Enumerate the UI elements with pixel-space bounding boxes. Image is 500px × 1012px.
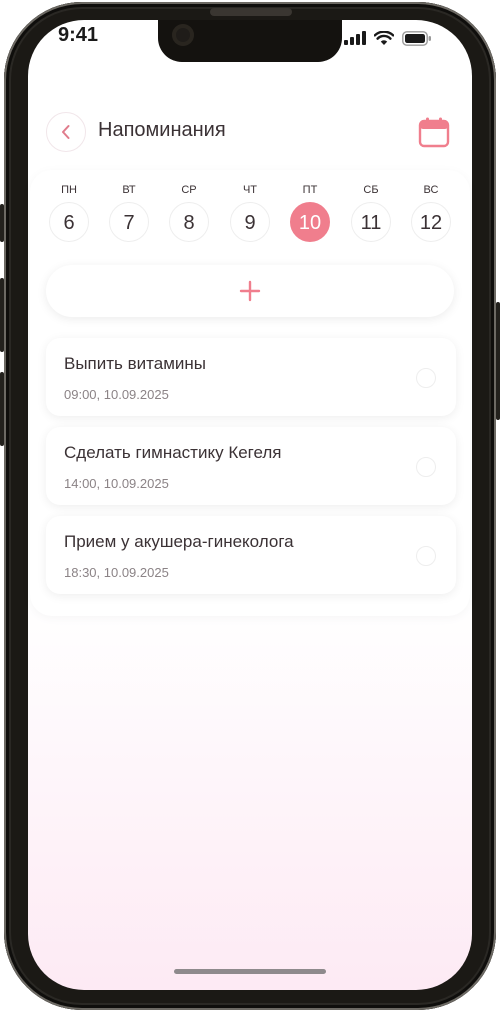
day-sun[interactable]: ВС 12 xyxy=(410,182,452,246)
reminder-title: Прием у акушера-гинеколога xyxy=(64,532,294,551)
notch xyxy=(158,20,342,62)
reminder-checkbox[interactable] xyxy=(416,457,436,477)
reminder-datetime: 18:30, 10.09.2025 xyxy=(64,565,169,580)
reminder-card[interactable]: Сделать гимнастику Кегеля 14:00, 10.09.2… xyxy=(46,427,456,505)
reminder-checkbox[interactable] xyxy=(416,546,436,566)
volume-up-button xyxy=(0,278,4,352)
day-name: ВТ xyxy=(122,184,136,196)
reminder-datetime: 14:00, 10.09.2025 xyxy=(64,476,169,491)
day-name: ЧТ xyxy=(242,184,258,196)
day-number: 7 xyxy=(109,202,149,242)
earpiece xyxy=(210,8,292,16)
day-number: 11 xyxy=(351,202,391,242)
mute-switch xyxy=(0,204,4,242)
day-thu[interactable]: ЧТ 9 xyxy=(229,182,271,246)
status-icons xyxy=(344,30,432,46)
reminder-card[interactable]: Выпить витамины 09:00, 10.09.2025 xyxy=(46,338,456,416)
volume-down-button xyxy=(0,372,4,446)
day-number: 9 xyxy=(230,202,270,242)
day-name: ВС xyxy=(423,184,439,196)
add-reminder-button[interactable] xyxy=(46,265,454,317)
header: Напоминания xyxy=(46,112,454,152)
day-number: 6 xyxy=(49,202,89,242)
day-name: ПН xyxy=(61,184,77,196)
day-wed[interactable]: СР 8 xyxy=(168,182,210,246)
day-name: СР xyxy=(181,184,197,196)
week-strip: ПН 6 ВТ 7 СР 8 ЧТ 9 ПТ 10 СБ 11 ВС 12 xyxy=(48,182,452,246)
day-fri-selected[interactable]: ПТ 10 xyxy=(289,182,331,246)
battery-icon xyxy=(402,30,431,46)
wifi-icon xyxy=(374,30,394,45)
reminder-title: Выпить витамины xyxy=(64,354,206,373)
calendar-icon xyxy=(418,117,450,148)
day-number: 8 xyxy=(169,202,209,242)
calendar-button[interactable] xyxy=(418,116,450,148)
signal-icon xyxy=(344,31,366,45)
day-tue[interactable]: ВТ 7 xyxy=(108,182,150,246)
back-button[interactable] xyxy=(46,112,86,152)
page-title: Напоминания xyxy=(98,119,226,141)
day-number: 12 xyxy=(411,202,451,242)
day-sat[interactable]: СБ 11 xyxy=(350,182,392,246)
chevron-left-icon xyxy=(62,125,70,139)
reminder-datetime: 09:00, 10.09.2025 xyxy=(64,387,169,402)
front-camera xyxy=(172,24,194,46)
reminder-title: Сделать гимнастику Кегеля xyxy=(64,443,282,462)
day-mon[interactable]: ПН 6 xyxy=(48,182,90,246)
power-button xyxy=(496,302,500,420)
home-indicator[interactable] xyxy=(174,969,326,974)
day-number-selected: 10 xyxy=(290,202,330,242)
reminder-card[interactable]: Прием у акушера-гинеколога 18:30, 10.09.… xyxy=(46,516,456,594)
reminder-checkbox[interactable] xyxy=(416,368,436,388)
day-name: ПТ xyxy=(302,184,318,196)
plus-icon xyxy=(239,280,261,302)
day-name: СБ xyxy=(363,184,379,196)
status-time: 9:41 xyxy=(58,24,99,46)
